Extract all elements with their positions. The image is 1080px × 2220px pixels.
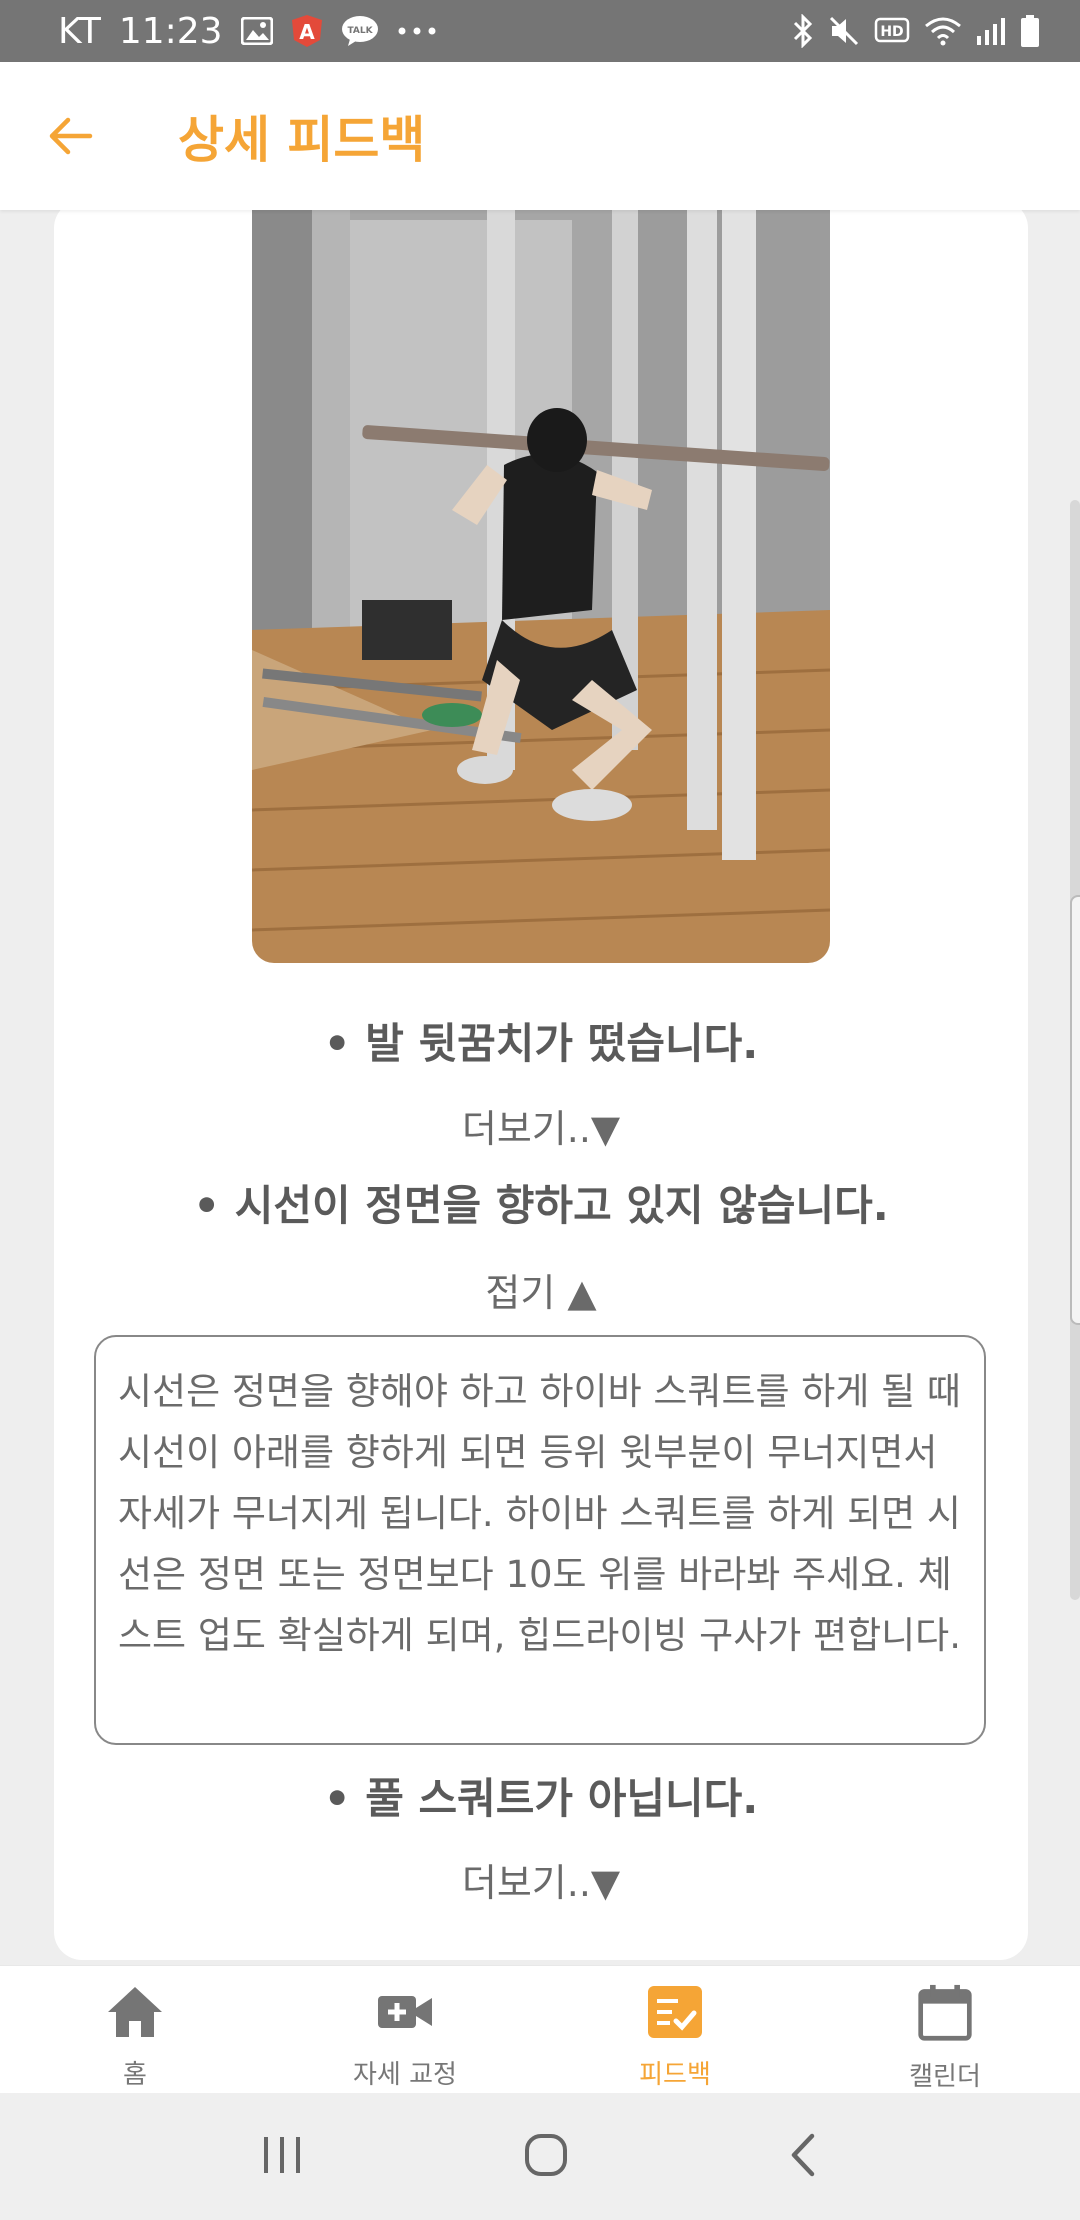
home-button[interactable] [523,2132,569,2182]
nav-item-posture[interactable]: 자세 교정 [270,1966,540,2093]
system-nav-bar [0,2093,1080,2220]
image-icon [240,17,273,45]
app-bar: 상세 피드백 [0,62,1080,210]
svg-text:A: A [299,20,315,44]
wifi-icon [924,16,962,46]
svg-text:HD: HD [880,24,903,40]
carrier: KT [58,10,101,52]
feedback-card: • 발 뒷꿈치가 떴습니다. 더보기..▼ • 시선이 정면을 향하고 있지 않… [54,210,1028,1960]
mute-icon [828,15,860,47]
nav-label: 홈 [123,2060,147,2090]
chevron-left-icon [791,2133,814,2176]
hd-icon: HD [874,16,910,46]
nav-item-feedback[interactable]: 피드백 [540,1966,810,2093]
nav-item-calendar[interactable]: 캘린더 [810,1966,1080,2093]
system-back-button[interactable] [786,2132,822,2182]
nav-label: 자세 교정 [353,2060,457,2090]
collapse-toggle[interactable]: 접기 ▲ [54,1262,1028,1317]
more-dots-icon [397,26,437,36]
bottom-nav: 홈 자세 교정 피드백 캘린더 [0,1965,1080,2093]
arrow-left-icon [49,117,93,155]
nav-item-home[interactable]: 홈 [0,1966,270,2093]
show-more-toggle[interactable]: 더보기..▼ [54,1098,1028,1153]
nav-label: 캘린더 [909,2062,981,2092]
show-more-toggle[interactable]: 더보기..▼ [54,1852,1028,1907]
home-icon [108,1987,162,2037]
battery-icon [1020,14,1040,48]
recents-icon [264,2136,301,2173]
signal-icon [976,16,1006,46]
feedback-item-title: • 시선이 정면을 향하고 있지 않습니다. [193,1181,889,1230]
clock: 11:23 [118,10,223,52]
app-a-icon: A [291,14,323,48]
nav-label: 피드백 [639,2060,711,2090]
status-bar: KT 11:23 A TALK HD [0,0,1080,62]
back-button[interactable] [0,62,140,210]
checklist-icon [648,1986,702,2038]
page-title: 상세 피드백 [178,111,426,169]
talk-icon: TALK [341,15,379,47]
calendar-icon [918,1984,972,2041]
feedback-scroll-area[interactable]: • 발 뒷꿈치가 떴습니다. 더보기..▼ • 시선이 정면을 향하고 있지 않… [0,210,1080,1965]
home-circle-icon [524,2133,567,2176]
feedback-item-title: • 풀 스쿼트가 아닙니다. [323,1774,759,1823]
squat-photo [252,210,830,963]
video-add-icon [378,1996,432,2028]
recents-button[interactable] [258,2133,306,2181]
feedback-detail-box: 시선은 정면을 향해야 하고 하이바 스쿼트를 하게 될 때 시선이 아래를 향… [94,1335,986,1745]
edge-panel-handle[interactable] [1070,895,1080,1325]
svg-text:TALK: TALK [347,26,373,36]
feedback-item-title: • 발 뒷꿈치가 떴습니다. [323,1019,759,1068]
bluetooth-icon [792,14,814,48]
